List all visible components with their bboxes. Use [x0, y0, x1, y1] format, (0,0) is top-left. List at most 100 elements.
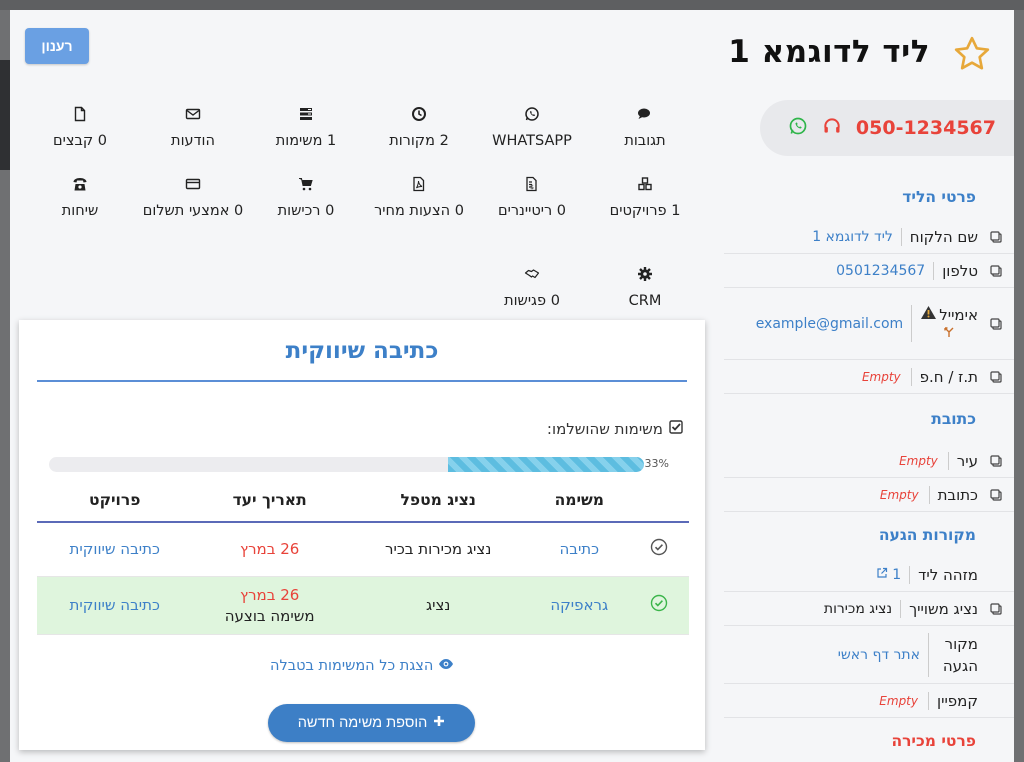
copy-icon[interactable]: [978, 454, 1014, 468]
copy-icon[interactable]: [978, 317, 1014, 331]
field-address: כתובת Empty: [724, 478, 1014, 512]
task-due-cell: 26 במרץ משימה בוצעה: [192, 576, 347, 635]
grid-item-meetings[interactable]: 0 פגישות: [477, 266, 587, 312]
field-value[interactable]: 0501234567: [836, 263, 933, 279]
grid-item-whatsapp[interactable]: WHATSAPP: [477, 106, 587, 152]
grid-item-sources[interactable]: 2 מקורות: [364, 106, 474, 152]
grid-item-projects[interactable]: 1 פרויקטים: [590, 176, 700, 222]
grid-item-label: 1 פרויקטים: [609, 203, 681, 219]
grid-item-label: 0 קבצים: [53, 133, 107, 149]
table-header-project: פרויקט: [37, 478, 193, 523]
clock-icon: [364, 106, 474, 128]
field-value-empty[interactable]: Empty: [879, 694, 928, 708]
grid-item-messages[interactable]: הודעות: [138, 106, 248, 152]
task-name-link[interactable]: כתיבה: [529, 522, 629, 577]
field-label: שם הלקוח: [900, 227, 978, 246]
view-all-tasks-link[interactable]: הצגת כל המשימות בטבלה: [19, 658, 705, 674]
merge-icon[interactable]: [943, 324, 955, 342]
task-status-toggle[interactable]: [629, 576, 689, 635]
table-row: גראפיקה נציג 26 במרץ משימה בוצעה כתיבה ש…: [37, 576, 689, 635]
progress-track: [49, 457, 644, 472]
grid-item-tasks[interactable]: 1 משימות: [251, 106, 361, 152]
field-value-empty[interactable]: Empty: [899, 454, 948, 468]
copy-icon[interactable]: [978, 230, 1014, 244]
lead-modal: רענון ליד לדוגמא 1 050-1234567 תגובות WH…: [10, 10, 1014, 762]
copy-icon[interactable]: [978, 488, 1014, 502]
field-label: כתובת: [928, 485, 978, 504]
field-label: עיר: [947, 451, 978, 470]
progress-bar: 33%: [49, 457, 669, 473]
grid-item-label: 0 אמצעי תשלום: [142, 203, 244, 219]
field-label: קמפיין: [928, 691, 978, 710]
star-icon[interactable]: [952, 34, 992, 74]
progress-percent: 33%: [644, 457, 669, 470]
table-header-check: [629, 478, 689, 523]
tasks-table: משימה נציג מטפל תאריך יעד פרויקט כתיבה נ…: [37, 478, 689, 635]
checkbox-icon: [669, 420, 683, 438]
grid-item-label: WHATSAPP: [492, 133, 572, 149]
grid-item-calls[interactable]: שיחות: [25, 176, 135, 222]
table-header-row: משימה נציג מטפל תאריך יעד פרויקט: [37, 478, 689, 523]
grid-item-quotes[interactable]: 0 הצעות מחיר: [364, 176, 474, 222]
table-header-agent: נציג מטפל: [346, 478, 530, 523]
circle-check-icon[interactable]: [650, 594, 668, 612]
grid-item-label: 0 פגישות: [504, 293, 560, 309]
grid-item-comments[interactable]: תגובות: [590, 106, 700, 152]
field-value[interactable]: 1: [876, 567, 909, 583]
grid-item-label: 1 משימות: [275, 133, 337, 149]
headset-icon[interactable]: [822, 116, 842, 140]
field-email: אימייל example@gmail.com: [724, 288, 1014, 360]
warning-icon: [920, 305, 937, 324]
field-label: מזהה ליד: [909, 565, 978, 584]
copy-icon[interactable]: [978, 602, 1014, 616]
copy-icon[interactable]: [978, 370, 1014, 384]
field-campaign: קמפיין Empty: [724, 684, 1014, 718]
field-assigned-agent: נציג משוייך נציג מכירות: [724, 592, 1014, 626]
circle-check-icon[interactable]: [650, 538, 668, 556]
grid-item-retainers[interactable]: $ 0 ריטיינרים: [477, 176, 587, 222]
grid-item-label: 2 מקורות: [389, 133, 449, 149]
field-value-empty[interactable]: Empty: [862, 370, 911, 384]
grid-item-purchases[interactable]: 0 רכישות: [251, 176, 361, 222]
grid-item-label: תגובות: [624, 133, 666, 149]
section-title-sale-details: פרטי מכירה: [891, 732, 976, 750]
task-due-date: 26 במרץ: [192, 522, 347, 577]
completed-tasks-label: משימות שהושלמו:: [547, 420, 683, 438]
task-project-link[interactable]: כתיבה שיווקית: [37, 576, 193, 635]
cubes-icon: [590, 176, 700, 198]
field-id-number: ת.ז / ח.פ Empty: [724, 360, 1014, 394]
task-agent: נציג מכירות בכיר: [346, 522, 530, 577]
task-status-text: משימה בוצעה: [224, 606, 315, 625]
section-title-address: כתובת: [931, 410, 976, 428]
field-label: טלפון: [933, 261, 978, 280]
external-link-icon[interactable]: [876, 567, 888, 583]
cart-icon: [251, 176, 361, 198]
plus-icon: [433, 715, 445, 731]
copy-icon[interactable]: [978, 264, 1014, 278]
grid-item-files[interactable]: 0 קבצים: [25, 106, 135, 152]
field-source: מקור הגעה אתר דף ראשי: [724, 626, 1014, 684]
pdf-icon: [364, 176, 474, 198]
field-value[interactable]: אתר דף ראשי: [838, 647, 928, 663]
grid-item-label: 0 רכישות: [277, 203, 335, 219]
whatsapp-icon[interactable]: [788, 116, 808, 140]
phone-number[interactable]: 050-1234567: [856, 117, 996, 139]
task-project-link[interactable]: כתיבה שיווקית: [37, 522, 193, 577]
task-name-link[interactable]: גראפיקה: [529, 576, 629, 635]
grid-item-payment-methods[interactable]: 0 אמצעי תשלום: [138, 176, 248, 222]
lead-id-value: 1: [892, 566, 902, 583]
background-app-panel: [0, 60, 10, 170]
refresh-button[interactable]: רענון: [25, 28, 89, 64]
task-agent: נציג: [346, 576, 530, 635]
add-task-button[interactable]: הוספת משימה חדשה: [268, 704, 475, 742]
field-value[interactable]: ליד לדוגמא 1: [812, 229, 901, 245]
field-label: נציג משוייך: [900, 599, 978, 618]
grid-item-crm[interactable]: CRM: [590, 266, 700, 312]
field-city: עיר Empty: [724, 444, 1014, 478]
field-value-empty[interactable]: Empty: [880, 488, 929, 502]
completed-tasks-text: משימות שהושלמו:: [546, 420, 663, 438]
field-value[interactable]: example@gmail.com: [756, 316, 912, 332]
task-status-toggle[interactable]: [629, 522, 689, 577]
field-value[interactable]: נציג מכירות: [824, 601, 900, 617]
invoice-icon: $: [477, 176, 587, 198]
